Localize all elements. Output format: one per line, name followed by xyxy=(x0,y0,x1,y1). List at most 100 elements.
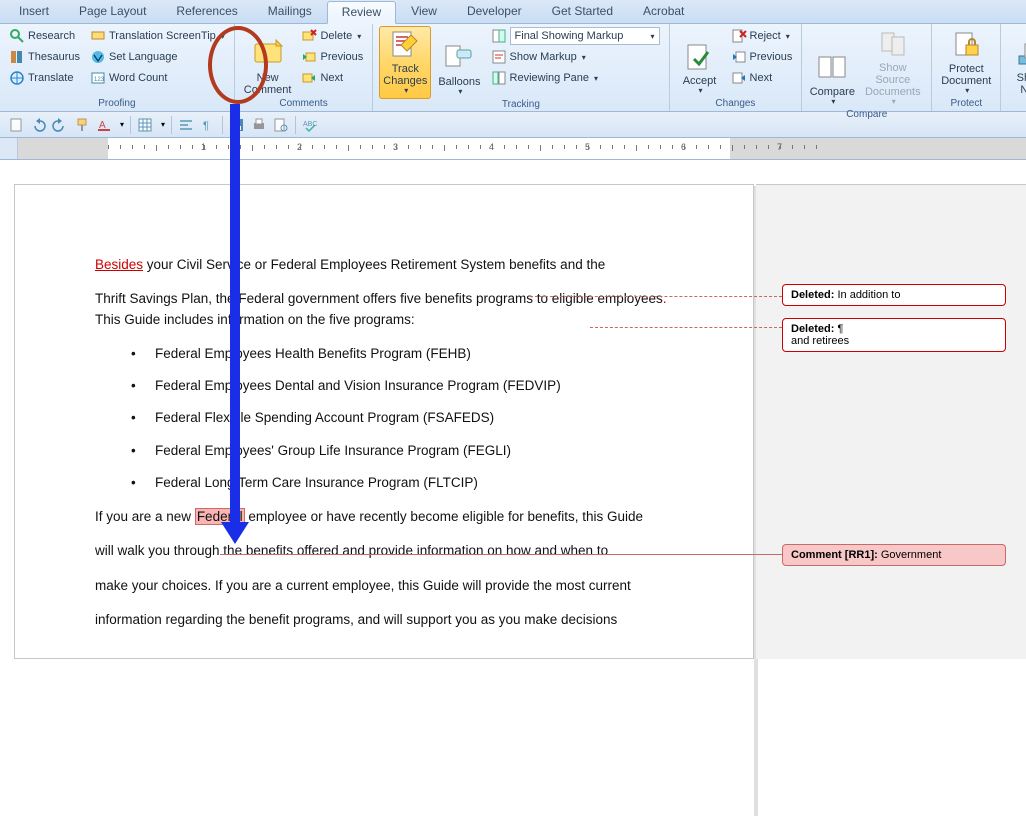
group-compare: Compare▾ Show Source Documents▾ Compare xyxy=(802,24,932,111)
group-tracking: Track Changes▾ Balloons▾ Final Showing M… xyxy=(373,24,669,111)
protect-icon xyxy=(950,29,982,61)
previous-change-button[interactable]: Previous xyxy=(728,47,796,67)
tab-page-layout[interactable]: Page Layout xyxy=(64,0,161,23)
deleted-balloon[interactable]: Deleted: ¶and retirees xyxy=(782,318,1006,352)
print-icon[interactable] xyxy=(251,117,267,133)
reviewing-pane-button[interactable]: Reviewing Pane▾ xyxy=(488,68,663,88)
next-icon xyxy=(301,70,317,86)
align-icon[interactable] xyxy=(178,117,194,133)
dropdown-icon[interactable]: ▾ xyxy=(161,120,165,129)
reviewing-pane-icon xyxy=(491,70,507,86)
spellcheck-icon[interactable]: ABC xyxy=(302,117,318,133)
svg-text:123: 123 xyxy=(94,77,105,83)
balloons-icon xyxy=(443,42,475,74)
display-for-review-select[interactable]: Final Showing Markup▾ xyxy=(488,26,663,46)
print-preview-icon[interactable] xyxy=(273,117,289,133)
group-share: Share Now xyxy=(1001,24,1026,111)
show-source-button[interactable]: Show Source Documents▾ xyxy=(860,26,925,109)
format-painter-icon[interactable] xyxy=(74,117,90,133)
set-language-button[interactable]: Set Language xyxy=(87,47,228,67)
delete-comment-button[interactable]: Delete▾ xyxy=(298,26,366,46)
group-label-comments: Comments xyxy=(241,98,366,111)
group-label-proofing: Proofing xyxy=(6,98,228,111)
accept-icon xyxy=(684,41,716,73)
annotation-arrow-head xyxy=(221,522,249,544)
previous-change-icon xyxy=(731,49,747,65)
group-changes: Accept▾ Reject▾ Previous Next Changes xyxy=(670,24,803,111)
comment-balloon[interactable]: Comment [RR1]: Government xyxy=(782,544,1006,566)
accept-button[interactable]: Accept▾ xyxy=(676,26,724,98)
inserted-text: Besides xyxy=(95,257,143,272)
book-icon xyxy=(9,49,25,65)
svg-text:ABC: ABC xyxy=(303,121,317,128)
translate-button[interactable]: Translate xyxy=(6,68,83,88)
undo-icon[interactable] xyxy=(30,117,46,133)
tab-references[interactable]: References xyxy=(161,0,252,23)
next-comment-button[interactable]: Next xyxy=(298,68,366,88)
group-protect: Protect Document▾ Protect xyxy=(932,24,1001,111)
research-button[interactable]: Research xyxy=(6,26,83,46)
group-label-share xyxy=(1007,98,1026,111)
reject-button[interactable]: Reject▾ xyxy=(728,26,796,46)
previous-comment-button[interactable]: Previous xyxy=(298,47,366,67)
tab-review[interactable]: Review xyxy=(327,1,396,24)
tab-mailings[interactable]: Mailings xyxy=(253,0,327,23)
group-label-protect: Protect xyxy=(938,98,994,111)
svg-text:¶: ¶ xyxy=(203,120,209,132)
paragraph[interactable]: Besides your Civil Service or Federal Em… xyxy=(95,255,693,275)
table-icon[interactable] xyxy=(137,117,153,133)
tab-view[interactable]: View xyxy=(396,0,452,23)
ruler: 1234567 xyxy=(0,138,1026,160)
redo-icon[interactable] xyxy=(52,117,68,133)
reject-icon xyxy=(731,28,747,44)
track-changes-button[interactable]: Track Changes▾ xyxy=(379,26,431,99)
deleted-balloon[interactable]: Deleted: In addition to xyxy=(782,284,1006,306)
show-markup-button[interactable]: Show Markup▾ xyxy=(488,47,663,67)
group-label-compare: Compare xyxy=(808,109,925,122)
paragraph[interactable]: If you are a new Federal employee or hav… xyxy=(95,507,693,527)
thesaurus-button[interactable]: Thesaurus xyxy=(6,47,83,67)
compare-icon xyxy=(816,52,848,84)
word-count-button[interactable]: 123Word Count xyxy=(87,68,228,88)
paragraph[interactable]: information regarding the benefit progra… xyxy=(95,610,693,630)
ribbon-tabs: Insert Page Layout References Mailings R… xyxy=(0,0,1026,24)
compare-button[interactable]: Compare▾ xyxy=(808,26,856,109)
tab-acrobat[interactable]: Acrobat xyxy=(628,0,699,23)
balloon-connector xyxy=(590,327,782,328)
share-icon xyxy=(1015,38,1026,70)
paragraph[interactable]: make your choices. If you are a current … xyxy=(95,576,693,596)
balloons-button[interactable]: Balloons▾ xyxy=(435,26,483,99)
show-source-icon xyxy=(877,28,909,60)
group-label-changes: Changes xyxy=(676,98,796,111)
annotation-circle xyxy=(208,26,268,104)
language-icon xyxy=(90,49,106,65)
next-change-button[interactable]: Next xyxy=(728,68,796,88)
previous-icon xyxy=(301,49,317,65)
document-viewport: Besides your Civil Service or Federal Em… xyxy=(0,160,1026,659)
tab-get-started[interactable]: Get Started xyxy=(537,0,628,23)
tab-insert[interactable]: Insert xyxy=(4,0,64,23)
ribbon: Research Thesaurus Translate Translation… xyxy=(0,24,1026,112)
next-change-icon xyxy=(731,70,747,86)
paragraph[interactable]: will walk you through the benefits offer… xyxy=(95,541,693,561)
share-now-button[interactable]: Share Now xyxy=(1007,26,1026,98)
protect-document-button[interactable]: Protect Document▾ xyxy=(938,26,994,98)
markup-pane xyxy=(756,184,1026,659)
balloon-connector xyxy=(220,554,782,555)
track-changes-icon xyxy=(389,29,421,61)
document-page[interactable]: Besides your Civil Service or Federal Em… xyxy=(14,184,754,659)
translation-screentip-button[interactable]: Translation ScreenTip▾ xyxy=(87,26,228,46)
group-proofing: Research Thesaurus Translate Translation… xyxy=(0,24,235,111)
globe-icon xyxy=(9,70,25,86)
font-color-icon[interactable]: A xyxy=(96,117,112,133)
pilcrow-icon[interactable]: ¶ xyxy=(200,117,216,133)
horizontal-ruler[interactable]: 1234567 xyxy=(18,138,1026,159)
tab-developer[interactable]: Developer xyxy=(452,0,537,23)
dropdown-icon[interactable]: ▾ xyxy=(120,120,124,129)
new-icon[interactable] xyxy=(8,117,24,133)
group-label-tracking: Tracking xyxy=(379,99,662,112)
display-icon xyxy=(491,28,507,44)
screentip-icon xyxy=(90,28,106,44)
delete-icon xyxy=(301,28,317,44)
word-count-icon: 123 xyxy=(90,70,106,86)
